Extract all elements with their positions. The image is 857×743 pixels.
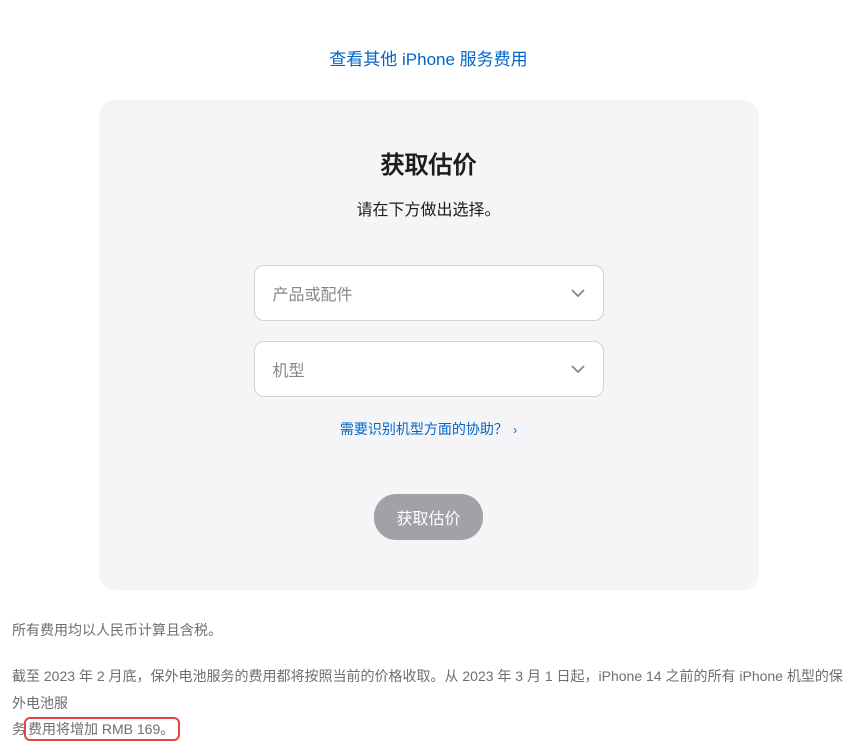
- get-estimate-button[interactable]: 获取估价: [374, 494, 482, 540]
- chevron-down-icon: [571, 365, 585, 373]
- chevron-down-icon: [571, 289, 585, 297]
- help-link-row: 需要识别机型方面的协助？ ›: [139, 419, 719, 439]
- estimate-card: 获取估价 请在下方做出选择。 产品或配件 机型 需要识别机型方面的协助？ ›: [99, 100, 759, 590]
- model-select-placeholder: 机型: [273, 357, 305, 381]
- identify-model-help-link[interactable]: 需要识别机型方面的协助？ ›: [340, 421, 517, 437]
- model-select[interactable]: 机型: [254, 341, 604, 397]
- card-subtitle: 请在下方做出选择。: [139, 196, 719, 220]
- currency-note: 所有费用均以人民币计算且含税。: [10, 620, 847, 641]
- product-select[interactable]: 产品或配件: [254, 265, 604, 321]
- product-select-placeholder: 产品或配件: [273, 281, 353, 305]
- price-increase-highlight: 费用将增加 RMB 169。: [24, 717, 180, 741]
- top-link-row: 查看其他 iPhone 服务费用: [10, 0, 847, 100]
- card-title: 获取估价: [139, 145, 719, 180]
- other-service-fee-link[interactable]: 查看其他 iPhone 服务费用: [329, 50, 527, 69]
- price-change-note: 截至 2023 年 2 月底，保外电池服务的费用都将按照当前的价格收取。从 20…: [10, 663, 847, 743]
